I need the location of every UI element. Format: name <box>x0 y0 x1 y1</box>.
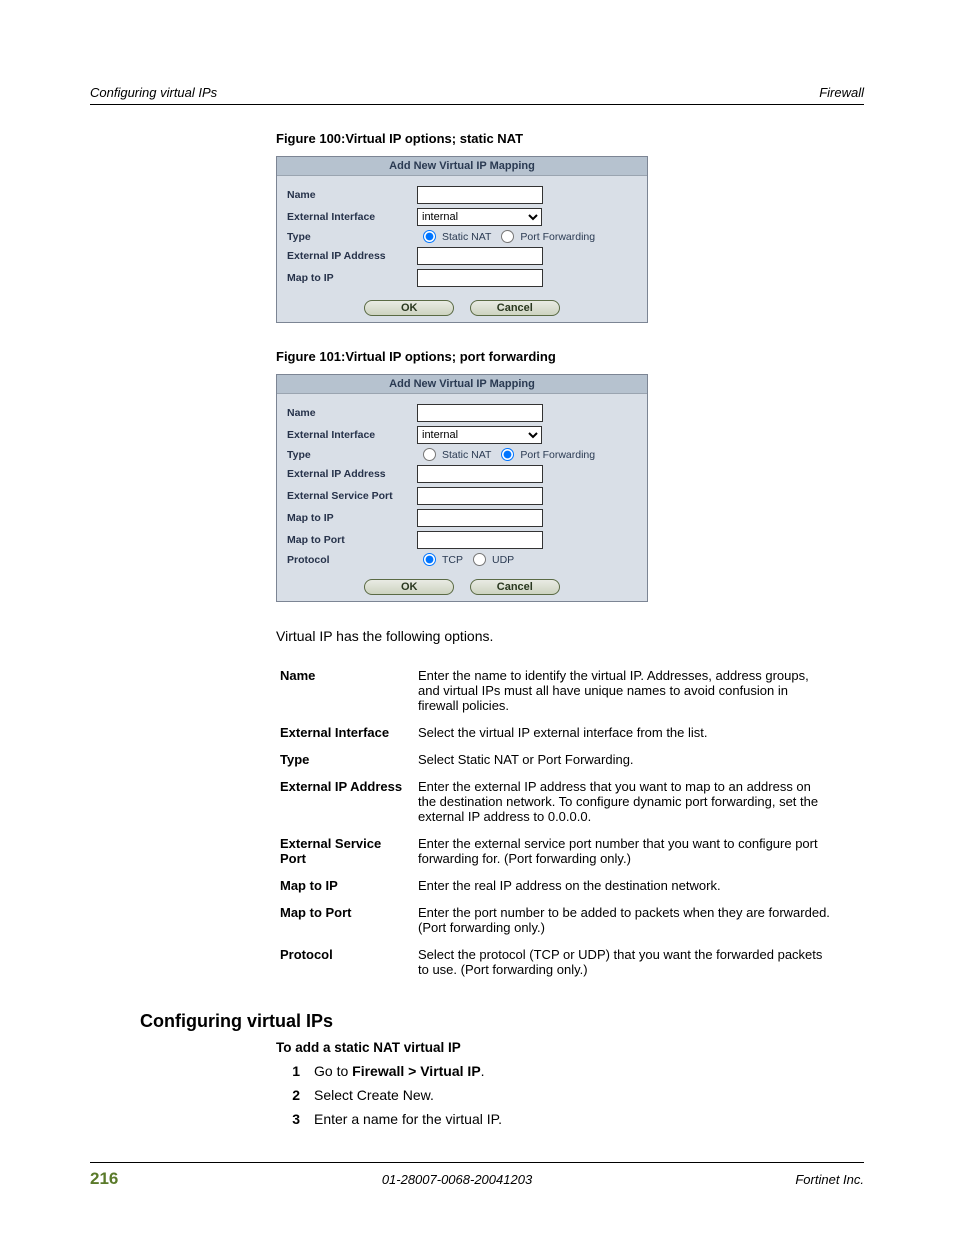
step-2: Select Create New. <box>314 1087 434 1103</box>
label-extip: External IP Address <box>287 468 417 480</box>
option-desc: Select the protocol (TCP or UDP) that yo… <box>414 941 836 983</box>
procedure-heading: To add a static NAT virtual IP <box>276 1040 864 1055</box>
dialog-title: Add New Virtual IP Mapping <box>277 157 647 176</box>
label-mapip: Map to IP <box>287 512 417 524</box>
label-type: Type <box>287 449 417 461</box>
dialog-static-nat: Add New Virtual IP Mapping Name External… <box>276 156 648 323</box>
external-ip-input[interactable] <box>417 247 543 265</box>
steps-list: 1 Go to Firewall > Virtual IP. 2Select C… <box>276 1063 864 1127</box>
dialog-title: Add New Virtual IP Mapping <box>277 375 647 394</box>
cancel-button[interactable]: Cancel <box>470 579 560 595</box>
running-header: Configuring virtual IPs Firewall <box>90 85 864 105</box>
label-name: Name <box>287 189 417 201</box>
radio-static-nat[interactable] <box>423 448 436 461</box>
section-heading: Configuring virtual IPs <box>140 1011 864 1032</box>
external-ip-input[interactable] <box>417 465 543 483</box>
option-desc: Enter the external IP address that you w… <box>414 773 836 830</box>
radio-tcp[interactable] <box>423 553 436 566</box>
label-extport: External Service Port <box>287 490 417 502</box>
dialog-port-forwarding: Add New Virtual IP Mapping Name External… <box>276 374 648 602</box>
label-name: Name <box>287 407 417 419</box>
option-name: Map to IP <box>276 872 414 899</box>
label-type: Type <box>287 231 417 243</box>
label-mapip: Map to IP <box>287 272 417 284</box>
map-to-port-input[interactable] <box>417 531 543 549</box>
label-extif: External Interface <box>287 429 417 441</box>
page-footer: 216 01-28007-0068-20041203 Fortinet Inc. <box>90 1162 864 1189</box>
table-row: TypeSelect Static NAT or Port Forwarding… <box>276 746 836 773</box>
step-1: Go to Firewall > Virtual IP. <box>314 1063 485 1079</box>
option-name: External Service Port <box>276 830 414 872</box>
table-row: ProtocolSelect the protocol (TCP or UDP)… <box>276 941 836 983</box>
label-mapport: Map to Port <box>287 534 417 546</box>
external-interface-select[interactable]: internal <box>417 426 542 444</box>
option-desc: Enter the name to identify the virtual I… <box>414 662 836 719</box>
options-table: NameEnter the name to identify the virtu… <box>276 662 836 983</box>
table-row: External Service PortEnter the external … <box>276 830 836 872</box>
table-row: NameEnter the name to identify the virtu… <box>276 662 836 719</box>
radio-udp[interactable] <box>473 553 486 566</box>
company-name: Fortinet Inc. <box>764 1172 864 1187</box>
ok-button[interactable]: OK <box>364 579 454 595</box>
header-right: Firewall <box>819 85 864 100</box>
table-row: Map to IPEnter the real IP address on th… <box>276 872 836 899</box>
option-name: External IP Address <box>276 773 414 830</box>
figure-100-caption: Figure 100:Virtual IP options; static NA… <box>276 131 864 146</box>
external-service-port-input[interactable] <box>417 487 543 505</box>
option-name: Type <box>276 746 414 773</box>
option-name: Name <box>276 662 414 719</box>
map-to-ip-input[interactable] <box>417 509 543 527</box>
intro-text: Virtual IP has the following options. <box>276 628 864 644</box>
page-number: 216 <box>90 1169 150 1189</box>
label-proto: Protocol <box>287 554 417 566</box>
radio-port-forwarding[interactable] <box>501 448 514 461</box>
radio-port-forwarding[interactable] <box>501 230 514 243</box>
option-name: External Interface <box>276 719 414 746</box>
option-desc: Select Static NAT or Port Forwarding. <box>414 746 836 773</box>
doc-id: 01-28007-0068-20041203 <box>150 1172 764 1187</box>
radio-static-nat[interactable] <box>423 230 436 243</box>
option-desc: Enter the real IP address on the destina… <box>414 872 836 899</box>
option-desc: Enter the external service port number t… <box>414 830 836 872</box>
table-row: External InterfaceSelect the virtual IP … <box>276 719 836 746</box>
header-left: Configuring virtual IPs <box>90 85 217 100</box>
table-row: External IP AddressEnter the external IP… <box>276 773 836 830</box>
map-to-ip-input[interactable] <box>417 269 543 287</box>
external-interface-select[interactable]: internal <box>417 208 542 226</box>
step-3: Enter a name for the virtual IP. <box>314 1111 502 1127</box>
option-name: Map to Port <box>276 899 414 941</box>
name-input[interactable] <box>417 404 543 422</box>
figure-101-caption: Figure 101:Virtual IP options; port forw… <box>276 349 864 364</box>
option-name: Protocol <box>276 941 414 983</box>
option-desc: Enter the port number to be added to pac… <box>414 899 836 941</box>
label-extip: External IP Address <box>287 250 417 262</box>
name-input[interactable] <box>417 186 543 204</box>
label-extif: External Interface <box>287 211 417 223</box>
table-row: Map to PortEnter the port number to be a… <box>276 899 836 941</box>
ok-button[interactable]: OK <box>364 300 454 316</box>
cancel-button[interactable]: Cancel <box>470 300 560 316</box>
option-desc: Select the virtual IP external interface… <box>414 719 836 746</box>
